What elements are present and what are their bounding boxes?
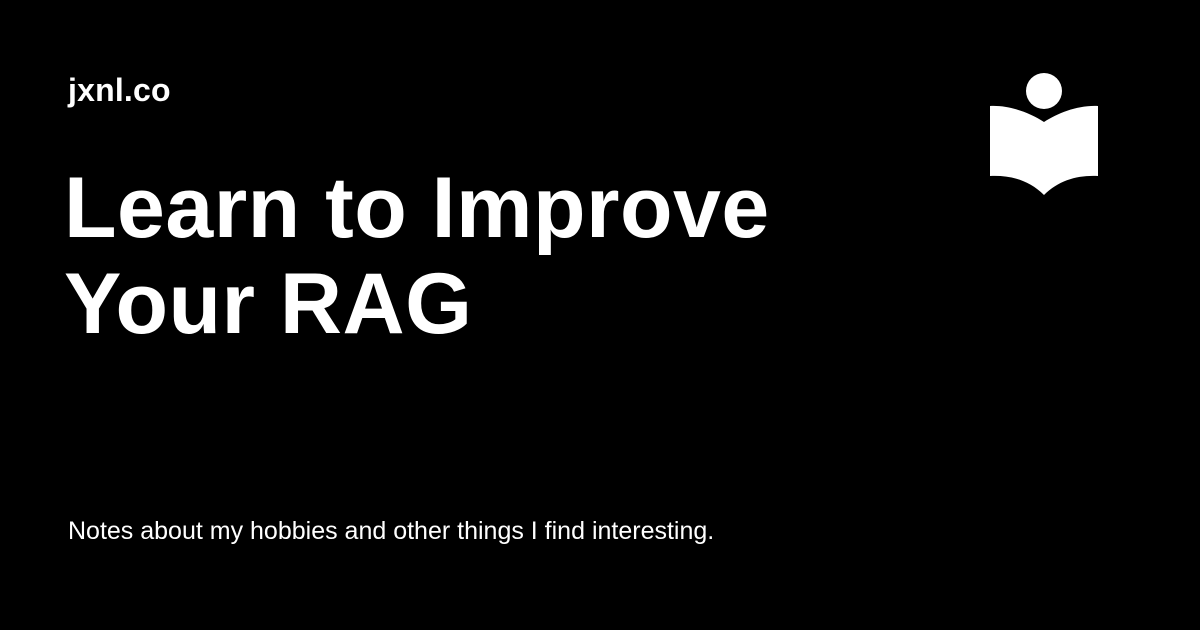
reading-book-icon bbox=[990, 73, 1098, 195]
social-preview-card: jxnl.co Learn to Improve Your RAG Notes … bbox=[0, 0, 1200, 630]
site-name: jxnl.co bbox=[68, 72, 171, 108]
site-description: Notes about my hobbies and other things … bbox=[68, 517, 715, 545]
article-title: Learn to Improve Your RAG bbox=[64, 160, 924, 352]
article-title-line-1: Learn to Improve bbox=[64, 160, 770, 256]
article-title-line-2: Your RAG bbox=[64, 256, 473, 352]
